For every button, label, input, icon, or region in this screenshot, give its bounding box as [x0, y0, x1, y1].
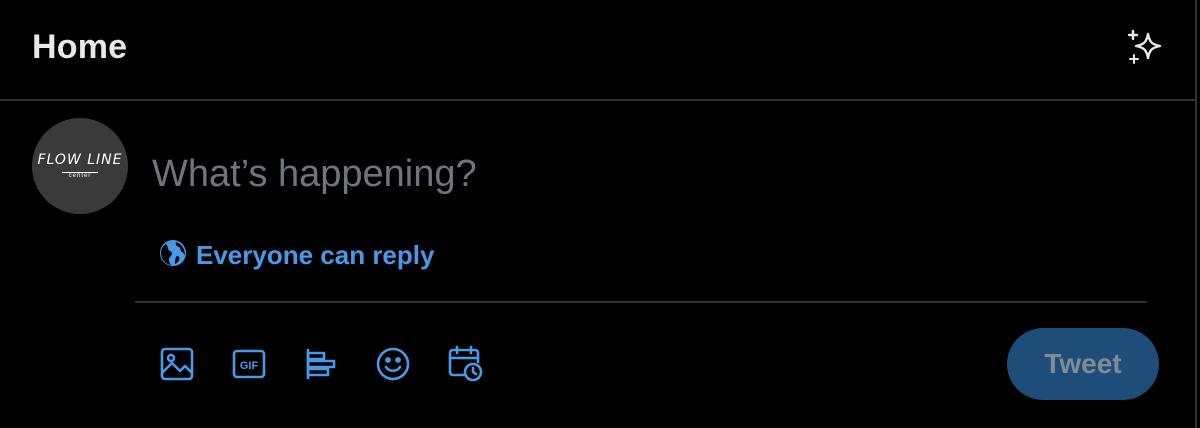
emoji-icon[interactable]	[366, 337, 420, 391]
avatar[interactable]: FLOW LINE center	[32, 118, 128, 214]
media-icon[interactable]	[150, 337, 204, 391]
reply-setting-button[interactable]: Everyone can reply	[158, 238, 434, 272]
tweet-button[interactable]: Tweet	[1007, 328, 1159, 400]
globe-icon	[158, 238, 196, 273]
timeline-header: Home	[0, 0, 1195, 101]
page-title: Home	[32, 28, 128, 66]
sparkle-icon[interactable]	[1124, 28, 1166, 70]
composer-divider	[135, 301, 1147, 303]
svg-text:GIF: GIF	[240, 360, 259, 372]
home-timeline-column: Home FLOW LINE center Everyone can reply	[0, 0, 1197, 428]
avatar-logo-subtext: center	[62, 172, 98, 180]
avatar-logo-text: FLOW LINE	[37, 152, 123, 168]
poll-icon[interactable]	[294, 337, 348, 391]
compose-input[interactable]	[152, 150, 1132, 198]
gif-icon[interactable]: GIF	[222, 337, 276, 391]
schedule-icon[interactable]	[438, 337, 492, 391]
reply-setting-label: Everyone can reply	[196, 239, 435, 270]
